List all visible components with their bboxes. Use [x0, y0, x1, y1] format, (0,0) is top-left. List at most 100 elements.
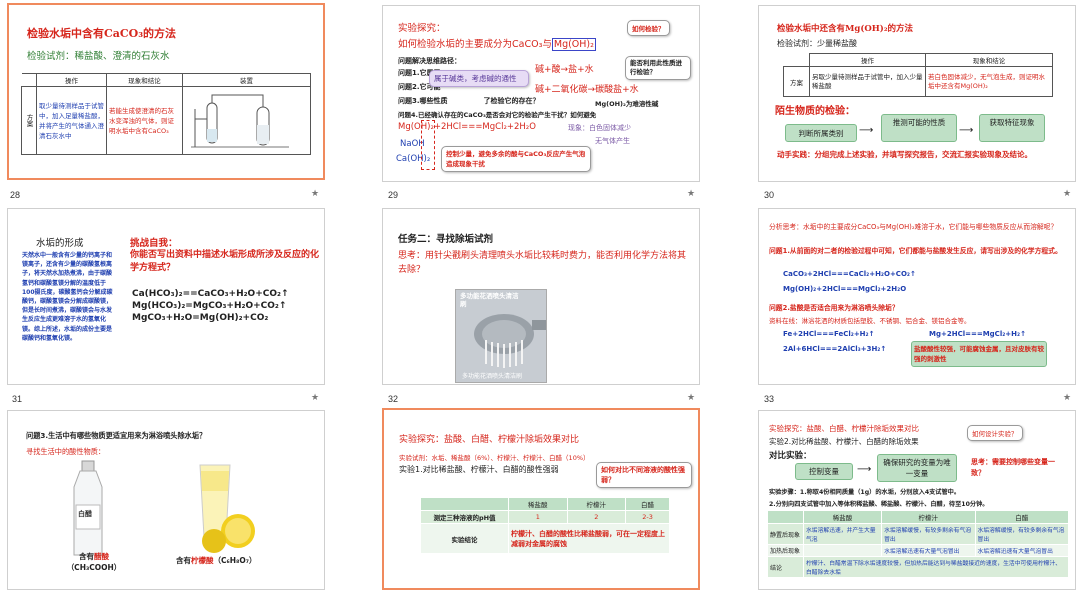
slide-35[interactable]: 实验探究：盐酸、白醋、柠檬汁除垢效果对比 实验试剂：水垢、稀盐酸（6%）、柠檬汁…: [382, 408, 700, 590]
row-label: 加热后现象: [767, 544, 804, 557]
result-cell: 若白色固体减少，无气泡生成，则证明水垢中还含有Mg(OH)₂: [925, 66, 1053, 97]
reaction-equation: Mg(OH)₂+2HCl===MgCl₂+2H₂O: [398, 122, 536, 132]
table-header: 操作: [809, 53, 926, 67]
star-icon[interactable]: ★: [687, 189, 695, 199]
star-icon[interactable]: ★: [311, 189, 319, 199]
slide-30[interactable]: 检验水垢中还含有Mg(OH)₂的方法 检验试剂：少量稀盐酸 操作 现象和结论 方…: [758, 5, 1076, 182]
base-class-bubble: 属于碱类，考虑碱的通性: [429, 70, 529, 87]
apparatus-cell: [182, 86, 311, 155]
slide-title: 问题3.生活中有哪些物质更适宜用来为淋浴喷头除水垢？: [26, 431, 207, 440]
ph-cell: 2: [566, 510, 627, 524]
analysis-intro: 分析思考：水垢中的主要成分CaCO₃与Mg(OH)₂难溶于水，它们能与哪些物质反…: [769, 223, 1058, 231]
table-header: 现象和结论: [106, 73, 183, 87]
method-table: 操作 现象和结论 装置 方案 取少量待测样品于试管中，加入足量稀盐酸，并将产生的…: [21, 73, 311, 155]
slide-title: 检验水垢中还含有Mg(OH)₂的方法: [777, 24, 914, 34]
slide-number-label: 31: [12, 394, 23, 404]
unique-variable-box: 确保研究的变量为唯一变量: [877, 454, 957, 482]
star-icon[interactable]: ★: [1063, 189, 1071, 199]
hcl-warning: 盐酸酸性较强，可能腐蚀金属，且对皮肤有较强的刺激性: [911, 341, 1047, 367]
challenge-heading: 挑战自我：: [130, 238, 178, 249]
slide-number-label: 28: [10, 190, 21, 200]
result-cell: 水垢溶解迅速有大量气泡冒出: [974, 544, 1070, 557]
table-header: 柠檬汁: [881, 510, 976, 524]
slide-number-label: 30: [764, 190, 775, 200]
control-amount-bubble: 控制少量，避免多余的酸与CaCO₃反应产生气泡造成现象干扰: [441, 146, 591, 172]
table-header: 柠檬汁: [566, 497, 627, 511]
apparatus-diagram: [191, 94, 289, 147]
equation-co2: 碱+二氧化碳→碳酸盐+水: [535, 85, 639, 95]
slide-number-label: 29: [388, 190, 399, 200]
question-2: 问题2.盐酸是否适合用来为淋浴喷头除垢？: [769, 304, 899, 312]
lemon-caption: 含有柠檬酸（C₆H₈O₇）: [176, 556, 257, 565]
table-header: 装置: [182, 73, 311, 87]
table-header: [420, 497, 509, 511]
question-1: 问题1.从前面的对二者的检验过程中可知，它们都能与盐酸发生反应，请写出涉及的化学…: [769, 247, 1062, 255]
row-label: 结论: [767, 556, 804, 578]
equation-2: Mg(OH)₂+2HCl===MgCl₂+2H₂O: [783, 285, 907, 293]
dashed-box: [421, 120, 435, 170]
compare-heading: 对比实验：: [769, 451, 812, 461]
arrow-icon: ⟶: [857, 464, 872, 475]
equation-3: Fe+2HCl===FeCl₂+H₂↑: [783, 330, 875, 338]
experiment-2: 实验2.对比稀盐酸、柠檬汁、白醋的除垢效果: [769, 437, 919, 446]
slide-31[interactable]: 水垢的形成 天然水中一般含有少量的钙离子和镁离子，还含有少量的碳酸氢根离子，将天…: [7, 208, 325, 385]
slide-subtitle: 检验试剂：稀盐酸、澄清的石灰水: [27, 51, 170, 62]
result-cell: 水垢溶解迅速有大量气泡冒出: [881, 544, 976, 557]
equation-1: CaCO₃+2HCl===CaCl₂+H₂O+CO₂↑: [783, 270, 916, 278]
slide-title: 检验水垢中含有CaCO₃的方法: [27, 27, 177, 40]
slide-subtitle: 如何检验水垢的主要成分为CaCO₃与 Mg(OH)₂: [398, 36, 596, 51]
section-heading: 陌生物质的检验：: [775, 106, 855, 117]
slide-34[interactable]: 问题3.生活中有哪些物质更适宜用来为淋浴喷头除水垢？ 寻找生活中的酸性物质： 白…: [7, 410, 325, 590]
practice-task: 动手实践：分组完成上述实验，并填写探究报告，交流汇报实验现象及结论。: [777, 150, 1032, 159]
operation-cell: 另取少量待测样品于试管中，加入少量稀盐酸: [809, 66, 926, 97]
slide-title: 水垢的形成: [36, 238, 84, 249]
lemon-drink-icon: [199, 464, 255, 553]
image-caption-bottom: 多功能花洒喷头清洁刷: [462, 373, 523, 380]
mgoh-note: Mg(OH)₂为难溶性碱: [595, 100, 659, 108]
table-header: 白醋: [974, 510, 1070, 524]
slide-36[interactable]: 实验探究：盐酸、白醋、柠檬汁除垢效果对比 如何设计实验？ 实验2.对比稀盐酸、柠…: [758, 410, 1076, 590]
arrow-icon: ⟶: [959, 125, 974, 136]
step-2: 2.分别向四支试管中加入等体积稀盐酸、稀盐酸、柠檬汁、白醋，待至10分钟。: [769, 501, 989, 508]
star-icon[interactable]: ★: [687, 393, 695, 403]
equation-1: Ca(HCO₃)₂==CaCO₃+H₂O+CO₂↑: [132, 289, 289, 299]
result-cell: 水垢溶解缓慢，有较多剩余有气泡冒出: [881, 523, 976, 545]
slide-number-label: 33: [764, 394, 775, 404]
star-icon[interactable]: ★: [311, 393, 319, 403]
brush-image: 多功能花洒喷头清洁刷 多功能花洒喷头清洁刷: [455, 289, 547, 383]
row-label: 静置后现象: [767, 523, 804, 545]
table-header: 稀盐酸: [802, 510, 883, 524]
table-header: [767, 510, 804, 524]
equation-3: MgCO₃+H₂O=Mg(OH)₂+CO₂: [132, 313, 269, 323]
conclusion-cell: 柠檬汁、白醋常温下除水垢速度较慢，但加热后能达到与稀盐酸接近的速度，生活中可使用…: [803, 556, 1069, 578]
design-experiment-bubble: 如何设计实验？: [967, 425, 1023, 441]
row-label: 方案: [783, 66, 810, 97]
slide-33[interactable]: 分析思考：水垢中的主要成分CaCO₃与Mg(OH)₂难溶于水，它们能与哪些物质反…: [758, 208, 1076, 385]
flow-step-3: 获取特征现象: [979, 114, 1045, 142]
result-cell: 若能生成使澄清的石灰水变浑浊的气体，则证明水垢中含有CaCO₃: [106, 86, 183, 155]
ph-cell: 1: [508, 510, 568, 524]
equation-acid: 碱+酸→盐+水: [535, 65, 594, 75]
how-to-test-bubble: 如何检验？: [627, 20, 670, 36]
method-table: 操作 现象和结论 方案 另取少量待测样品于试管中，加入少量稀盐酸 若白色固体减少…: [783, 53, 1053, 97]
info-online: 资料在线：淋浴花洒的材质包括塑胶、不锈钢、铝合金、镁铝合金等。: [769, 317, 971, 325]
think-variables: 思考：需要控制哪些变量一致？: [971, 458, 1055, 477]
row-label: 实验结论: [420, 523, 509, 554]
row-label: 测定三种溶液的pH值: [420, 510, 509, 524]
slide-title: 实验探究：盐酸、白醋、柠檬汁除垢效果对比: [399, 435, 580, 445]
flow-step-2: 推测可能的性质: [881, 114, 957, 142]
star-icon[interactable]: ★: [1063, 393, 1071, 403]
table-header: 现象和结论: [925, 53, 1053, 67]
table-header: 操作: [36, 73, 107, 87]
arrow-icon: ⟶: [859, 125, 874, 136]
slide-28[interactable]: 检验水垢中含有CaCO₃的方法 检验试剂：稀盐酸、澄清的石灰水 操作 现象和结论…: [7, 3, 325, 180]
vinegar-caption: 含有醋酸 （CH₃COOH）: [66, 552, 122, 572]
mgoh-box: Mg(OH)₂: [551, 38, 596, 51]
control-variable-box: 控制变量: [795, 463, 853, 480]
slide-29[interactable]: 实验探究： 如何检验水垢的主要成分为CaCO₃与 Mg(OH)₂ 如何检验？ 问题…: [382, 5, 700, 182]
slide-32[interactable]: 任务二：寻找除垢试剂 思考：用针尖戳刷头清理喷头水垢比较耗时费力，能否利用化学方…: [382, 208, 700, 385]
slide-title: 实验探究：: [398, 23, 446, 34]
result-cell: 水垢溶解迅速，并产生大量气泡: [802, 523, 883, 545]
operation-cell: 取少量待测样品于试管中，加入足量稀盐酸，并将产生的气体通入澄清石灰水中: [36, 86, 107, 155]
equation-2: Mg(HCO₃)₂=MgCO₃+H₂O+CO₂↑: [132, 301, 287, 311]
